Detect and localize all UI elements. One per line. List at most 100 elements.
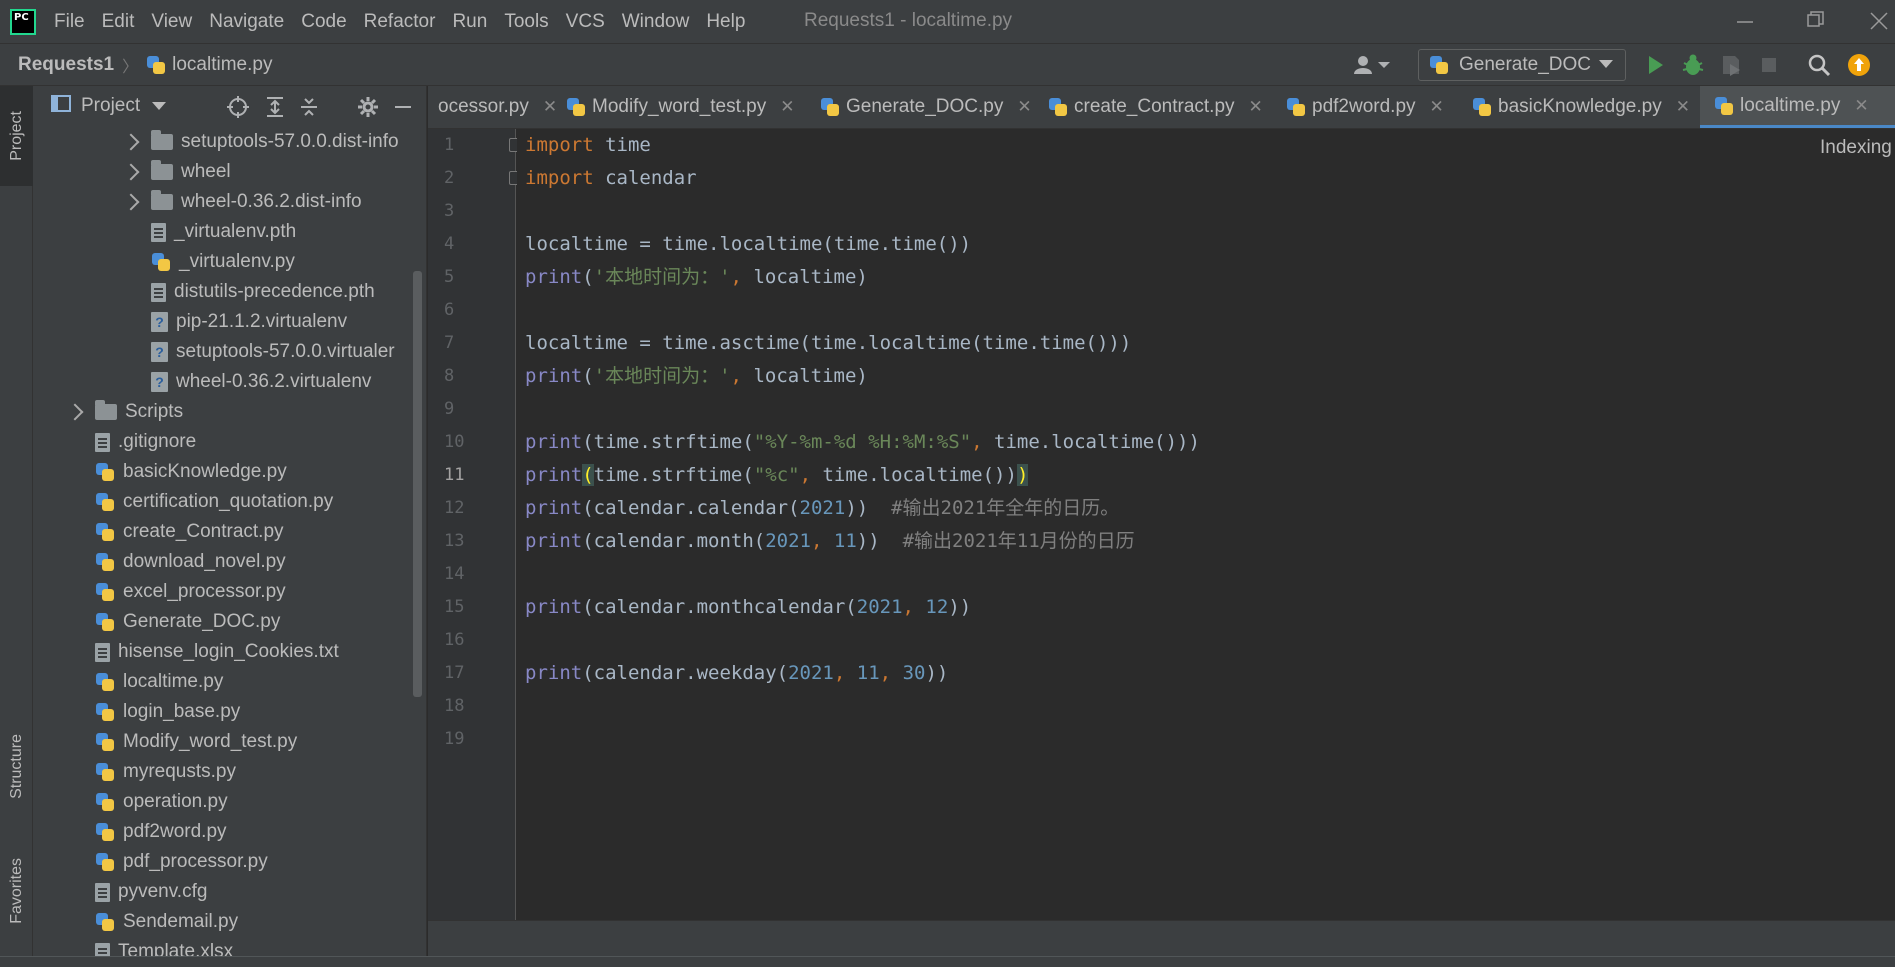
restore-button[interactable] xyxy=(1806,10,1826,36)
tree-item[interactable]: ? setuptools-57.0.0.virtualer xyxy=(151,337,395,367)
folder-icon xyxy=(151,130,173,150)
minimize-button[interactable] xyxy=(1735,4,1755,40)
tree-item[interactable]: myrequsts.py xyxy=(95,757,236,787)
code-editor[interactable]: import time import calendar localtime = ti… xyxy=(517,129,1895,920)
menu-file[interactable]: File xyxy=(54,11,85,33)
close-tab-icon[interactable]: ✕ xyxy=(1249,97,1263,117)
python-file-icon xyxy=(1472,97,1492,117)
close-tab-icon[interactable]: ✕ xyxy=(1854,96,1868,116)
tree-item[interactable]: create_Contract.py xyxy=(95,517,284,547)
stop-icon[interactable] xyxy=(1756,52,1782,78)
tab-create-contract[interactable]: create_Contract.py ✕ xyxy=(1034,86,1263,128)
project-tool-tab[interactable]: Project xyxy=(0,86,33,186)
tree-item[interactable]: Template.xlsx xyxy=(95,937,233,956)
chevron-right-icon[interactable] xyxy=(122,133,140,151)
tree-item[interactable]: .gitignore xyxy=(95,427,196,457)
close-tab-icon[interactable]: ✕ xyxy=(1676,97,1690,117)
tree-item[interactable]: pyvenv.cfg xyxy=(95,877,207,907)
tree-item[interactable]: excel_processor.py xyxy=(95,577,286,607)
tree-item[interactable]: wheel-0.36.2.dist-info xyxy=(122,187,362,217)
menu-edit[interactable]: Edit xyxy=(102,11,135,33)
project-scrollbar[interactable] xyxy=(413,271,422,697)
chevron-right-icon[interactable] xyxy=(122,163,140,181)
tree-item[interactable]: _virtualenv.py xyxy=(151,247,295,277)
tab-basic-knowledge[interactable]: basicKnowledge.py ✕ xyxy=(1458,86,1690,128)
search-icon[interactable] xyxy=(1806,52,1832,78)
code-token: '本地时间为：' xyxy=(593,365,731,387)
tab-generate-doc[interactable]: Generate_DOC.py ✕ xyxy=(806,86,1032,128)
tab-modify-word-test[interactable]: Modify_word_test.py ✕ xyxy=(552,86,795,128)
breadcrumb-project[interactable]: Requests1 xyxy=(18,54,114,76)
close-tab-icon[interactable]: ✕ xyxy=(1017,97,1031,117)
debug-icon[interactable] xyxy=(1680,52,1706,78)
close-tab-icon[interactable]: ✕ xyxy=(1430,97,1444,117)
tree-item[interactable]: basicKnowledge.py xyxy=(95,457,287,487)
menu-tools[interactable]: Tools xyxy=(504,11,548,33)
tree-item[interactable]: operation.py xyxy=(95,787,228,817)
menu-navigate[interactable]: Navigate xyxy=(209,11,284,33)
tab-pdf-processor[interactable]: ocessor.py ✕ xyxy=(428,86,557,128)
menu-vcs[interactable]: VCS xyxy=(566,11,605,33)
hide-panel-icon[interactable] xyxy=(393,95,413,125)
chevron-right-icon[interactable] xyxy=(66,403,84,421)
tree-item[interactable]: pdf_processor.py xyxy=(95,847,268,877)
gear-icon[interactable] xyxy=(356,95,380,125)
tree-item[interactable]: Scripts xyxy=(66,397,183,427)
tree-item[interactable]: ? pip-21.1.2.virtualenv xyxy=(151,307,347,337)
tree-item[interactable]: wheel xyxy=(122,157,231,187)
breadcrumb-file[interactable]: localtime.py xyxy=(172,54,272,76)
close-window-button[interactable] xyxy=(1868,10,1890,38)
collapse-all-icon[interactable] xyxy=(297,95,321,125)
tree-item[interactable]: setuptools-57.0.0.dist-info xyxy=(122,127,399,157)
tree-item[interactable]: distutils-precedence.pth xyxy=(151,277,375,307)
tree-item[interactable]: Generate_DOC.py xyxy=(95,607,280,637)
tree-item[interactable]: login_base.py xyxy=(95,697,240,727)
chevron-right-icon[interactable] xyxy=(122,193,140,211)
menu-view[interactable]: View xyxy=(151,11,192,33)
run-configuration-select[interactable]: Generate_DOC xyxy=(1418,49,1626,81)
code-token: ) xyxy=(1016,464,1029,486)
line-number: 2 xyxy=(444,168,455,188)
run-icon[interactable] xyxy=(1642,52,1668,78)
expand-all-icon[interactable] xyxy=(263,95,287,125)
tree-item[interactable]: _virtualenv.pth xyxy=(151,217,296,247)
close-tab-icon[interactable]: ✕ xyxy=(780,97,794,117)
structure-tool-tab[interactable]: Structure xyxy=(0,716,33,816)
update-icon[interactable] xyxy=(1846,52,1872,78)
menu-run[interactable]: Run xyxy=(452,11,487,33)
tree-item[interactable]: download_novel.py xyxy=(95,547,286,577)
tree-item[interactable]: Modify_word_test.py xyxy=(95,727,297,757)
tree-item-label: wheel-0.36.2.dist-info xyxy=(181,191,362,212)
python-file-icon xyxy=(95,762,115,782)
tree-item[interactable]: Sendemail.py xyxy=(95,907,238,937)
user-icon[interactable] xyxy=(1352,52,1390,78)
code-token: #输出2021年全年的日历。 xyxy=(891,497,1120,519)
menu-refactor[interactable]: Refactor xyxy=(364,11,436,33)
tree-item[interactable]: pdf2word.py xyxy=(95,817,227,847)
code-token: ( xyxy=(582,266,594,288)
code-token: time.localtime())) xyxy=(982,431,1200,453)
run-configuration-label: Generate_DOC xyxy=(1459,54,1592,75)
tree-item[interactable]: ? wheel-0.36.2.virtualenv xyxy=(151,367,371,397)
chevron-down-icon[interactable] xyxy=(152,102,167,110)
tab-pdf2word[interactable]: pdf2word.py ✕ xyxy=(1272,86,1444,128)
menu-window[interactable]: Window xyxy=(622,11,690,33)
menu-code[interactable]: Code xyxy=(301,11,346,33)
code-token: 30 xyxy=(902,662,926,684)
project-view-icon xyxy=(51,93,71,119)
coverage-icon[interactable] xyxy=(1718,52,1744,78)
tree-item[interactable]: localtime.py xyxy=(95,667,223,697)
favorites-tool-tab[interactable]: Favorites xyxy=(0,836,33,946)
tree-item[interactable]: certification_quotation.py xyxy=(95,487,333,517)
line-number: 4 xyxy=(444,234,455,254)
tree-item-label: login_base.py xyxy=(123,701,241,722)
code-line: import time xyxy=(525,130,651,160)
tab-localtime[interactable]: localtime.py ✕ xyxy=(1700,86,1895,128)
locate-icon[interactable] xyxy=(226,95,250,125)
tree-item[interactable]: hisense_login_Cookies.txt xyxy=(95,637,339,667)
code-token: (calendar.weekday( xyxy=(582,662,789,684)
tree-item-label: Modify_word_test.py xyxy=(123,731,298,752)
tree-item-label: Sendemail.py xyxy=(123,911,239,932)
menu-help[interactable]: Help xyxy=(706,11,745,33)
tree-item-label: basicKnowledge.py xyxy=(123,461,287,482)
